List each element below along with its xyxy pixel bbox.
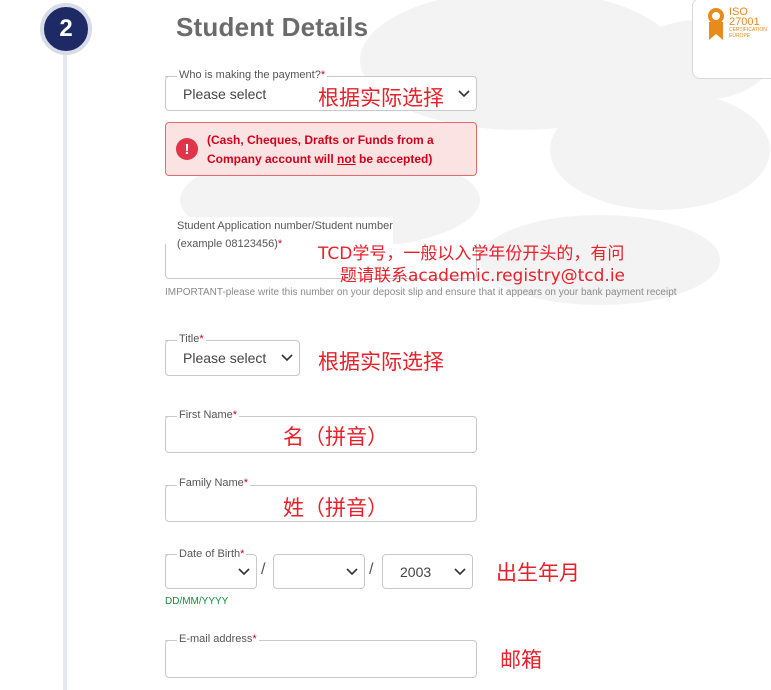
dob-year-select[interactable]: 2003 <box>382 554 473 589</box>
dob-format-hint: DD/MM/YYYY <box>165 596 229 607</box>
family-name-label: Family Name* <box>177 477 251 489</box>
family-name-annotation: 姓（拼音） <box>283 496 388 520</box>
chevron-down-icon <box>346 567 358 575</box>
section-title: Student Details <box>176 12 369 42</box>
date-separator: / <box>261 561 266 578</box>
title-select-value: Please select <box>183 350 267 366</box>
chevron-down-icon <box>458 89 470 97</box>
chevron-down-icon <box>238 567 250 575</box>
payment-warning-alert: ! (Cash, Cheques, Drafts or Funds from a… <box>165 122 477 176</box>
email-input[interactable] <box>165 640 477 678</box>
email-annotation: 邮箱 <box>500 648 542 672</box>
dob-year-value: 2003 <box>400 563 432 580</box>
payer-label: Who is making the payment?* <box>177 69 328 81</box>
title-label: Title* <box>177 333 206 345</box>
date-separator: / <box>369 561 374 578</box>
chevron-down-icon <box>281 354 293 362</box>
title-annotation: 根据实际选择 <box>318 350 444 374</box>
alert-emphasis: not <box>337 152 356 166</box>
dob-label: Date of Birth* <box>177 548 247 560</box>
title-select[interactable]: Please select <box>165 340 300 376</box>
iso-text: ISO 27001 CERTIFICATION EUROPE <box>729 7 767 39</box>
medal-icon <box>708 8 724 40</box>
first-name-label: First Name* <box>177 409 240 421</box>
payer-annotation: 根据实际选择 <box>318 86 444 110</box>
dob-month-select[interactable] <box>273 554 365 589</box>
student-number-help: IMPORTANT-please write this number on yo… <box>165 287 677 298</box>
student-number-annotation-line2: 题请联系academic.registry@tcd.ie <box>340 266 626 286</box>
iso-line4: EUROPE <box>729 33 751 39</box>
step-number-badge: 2 <box>40 3 92 55</box>
timeline-line <box>63 50 67 690</box>
dob-annotation: 出生年月 <box>496 561 580 585</box>
email-label: E-mail address* <box>177 633 259 645</box>
iso-certification-badge: ISO 27001 CERTIFICATION EUROPE <box>692 0 771 79</box>
payer-select-value: Please select <box>183 85 267 102</box>
chevron-down-icon <box>454 567 466 575</box>
exclamation-icon: ! <box>176 138 198 160</box>
alert-text: (Cash, Cheques, Drafts or Funds from a C… <box>207 133 434 166</box>
first-name-annotation: 名（拼音） <box>283 425 388 449</box>
